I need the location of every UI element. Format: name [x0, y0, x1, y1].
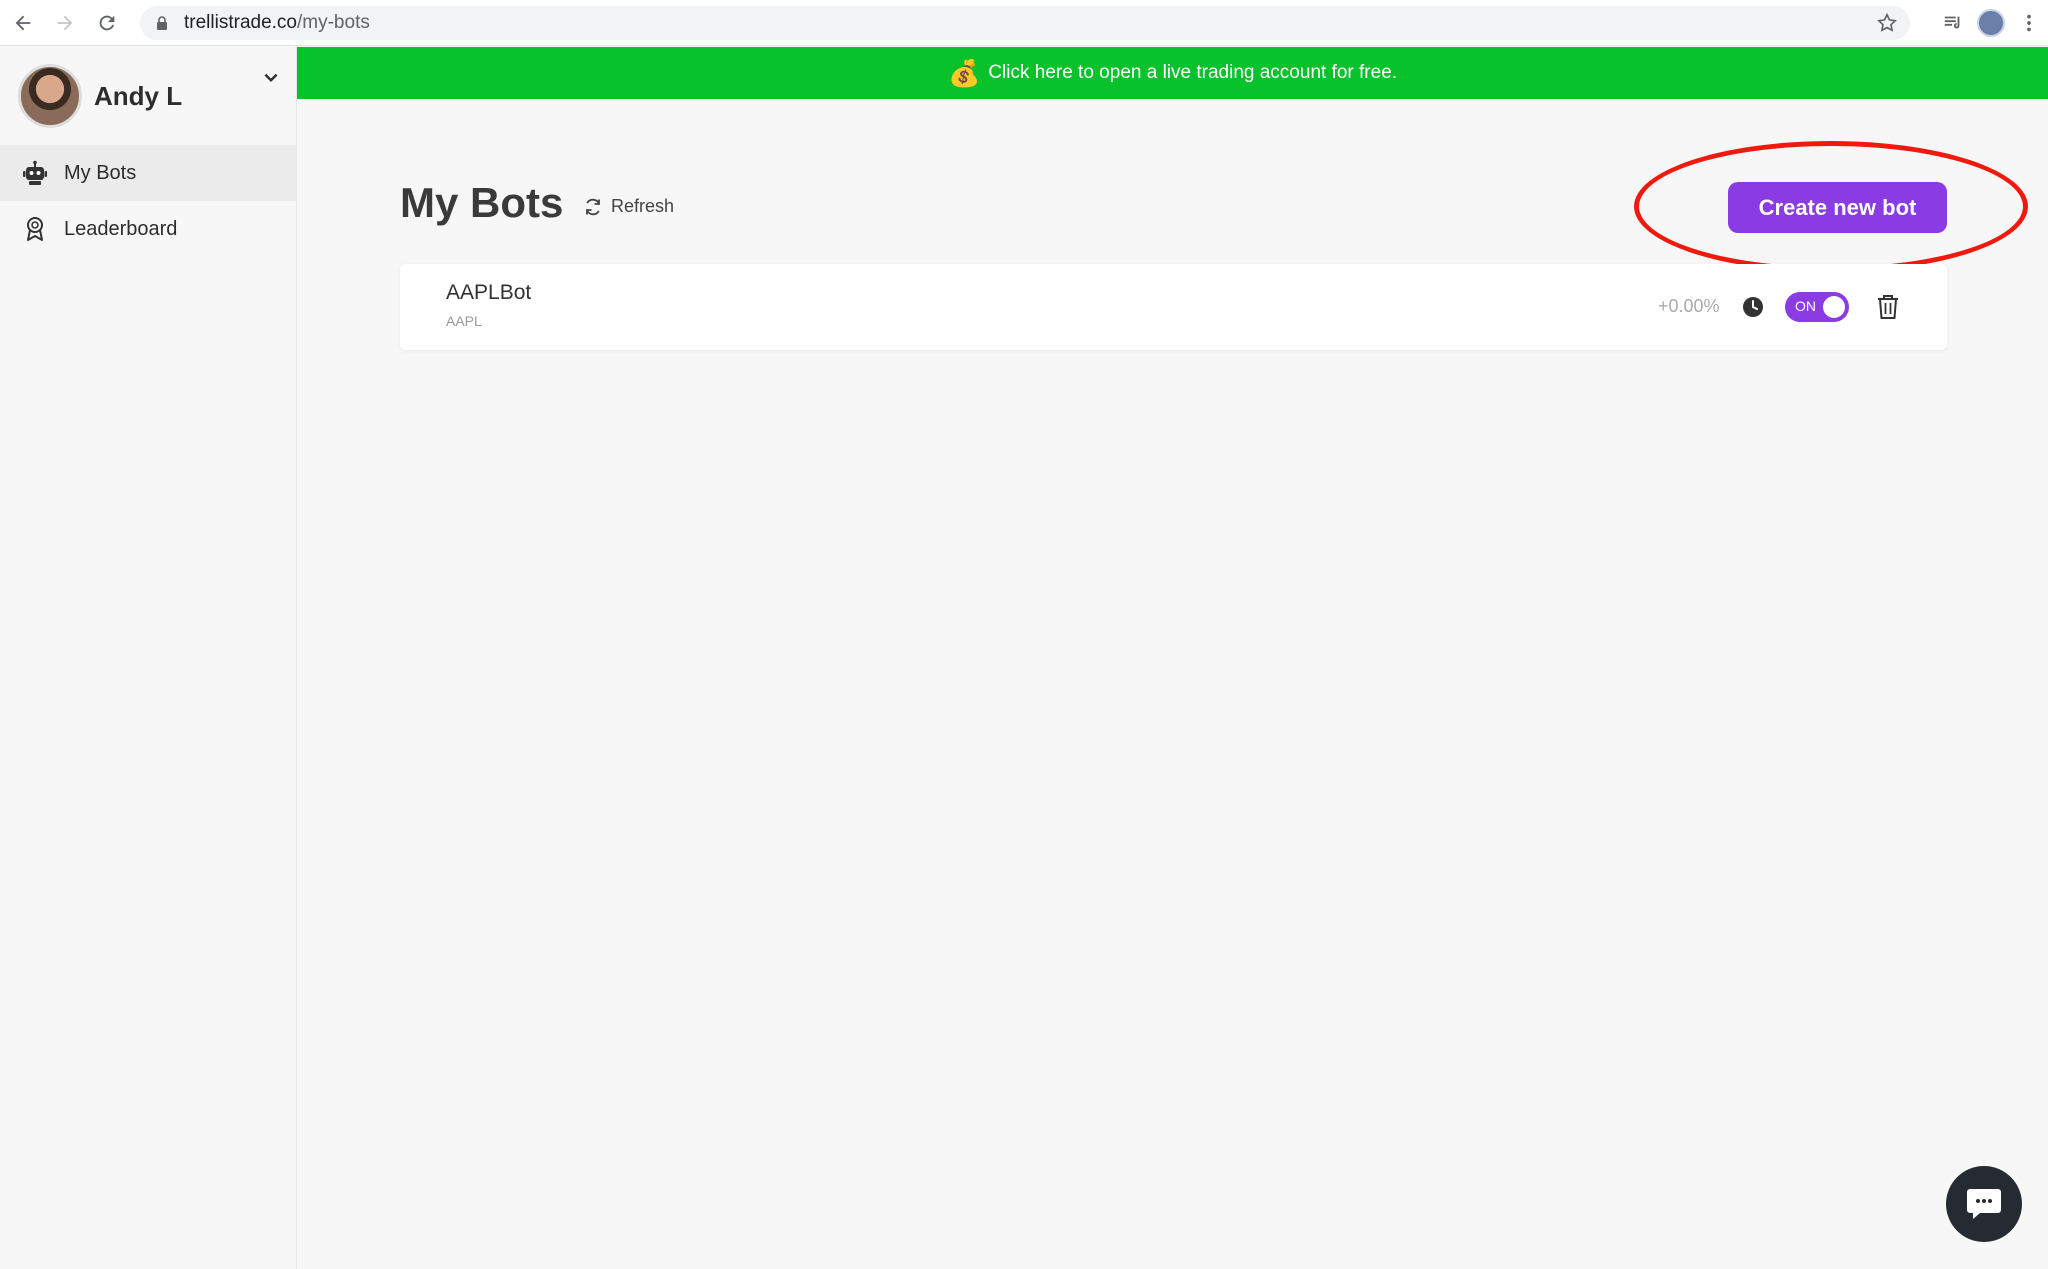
- page-title: My Bots: [400, 179, 564, 226]
- refresh-button[interactable]: Refresh: [583, 196, 674, 217]
- chat-support-button[interactable]: [1946, 1166, 2022, 1242]
- sidebar-item-my-bots[interactable]: My Bots: [0, 145, 296, 201]
- browser-toolbar: trellistrade.co/my-bots: [0, 0, 2048, 46]
- url-path: /my-bots: [297, 12, 370, 33]
- url-domain: trellistrade.co: [184, 12, 297, 33]
- live-account-banner[interactable]: 💰 Click here to open a live trading acco…: [297, 47, 2048, 99]
- lock-icon: [157, 16, 167, 30]
- refresh-icon: [586, 198, 600, 215]
- bot-active-toggle[interactable]: ON: [1785, 292, 1849, 322]
- award-ribbon-icon: [27, 217, 43, 241]
- trash-icon[interactable]: [1876, 294, 1900, 320]
- bot-card[interactable]: AAPLBot AAPL +0.00% ON: [400, 264, 1947, 350]
- refresh-label: Refresh: [611, 196, 675, 216]
- sidebar-item-label: Leaderboard: [64, 217, 178, 240]
- reload-icon[interactable]: [88, 4, 126, 42]
- bot-name: AAPLBot: [446, 281, 532, 304]
- forward-icon[interactable]: [46, 4, 84, 42]
- sidebar-item-label: My Bots: [64, 161, 137, 184]
- chat-bubble-icon: [1967, 1189, 2001, 1219]
- user-name: Andy L: [94, 80, 183, 111]
- bot-ticker: AAPL: [446, 313, 482, 329]
- bot-performance: +0.00%: [1658, 296, 1720, 316]
- robot-icon: [23, 160, 47, 185]
- create-new-bot-button[interactable]: Create new bot: [1728, 182, 1947, 233]
- media-queue-icon[interactable]: [1934, 4, 1972, 42]
- main-content: My Bots Refresh Create new bot AAPLBot A…: [297, 99, 2048, 1269]
- clock-icon[interactable]: [1742, 296, 1764, 318]
- kebab-menu-icon[interactable]: [2010, 4, 2048, 42]
- money-bag-icon: 💰: [947, 57, 981, 88]
- user-menu[interactable]: Andy L: [0, 47, 296, 145]
- toggle-label: ON: [1795, 298, 1816, 314]
- sidebar: Andy L My Bots Leaderboard: [0, 47, 297, 1269]
- back-icon[interactable]: [4, 4, 42, 42]
- bookmark-star-icon[interactable]: [1876, 12, 1898, 34]
- address-bar[interactable]: trellistrade.co/my-bots: [140, 6, 1910, 40]
- profile-avatar-icon[interactable]: [1972, 4, 2010, 42]
- banner-text: Click here to open a live trading accoun…: [988, 62, 1398, 83]
- chevron-down-icon[interactable]: [262, 69, 280, 87]
- sidebar-item-leaderboard[interactable]: Leaderboard: [0, 201, 296, 257]
- avatar: [18, 64, 82, 128]
- toggle-knob: [1823, 296, 1845, 318]
